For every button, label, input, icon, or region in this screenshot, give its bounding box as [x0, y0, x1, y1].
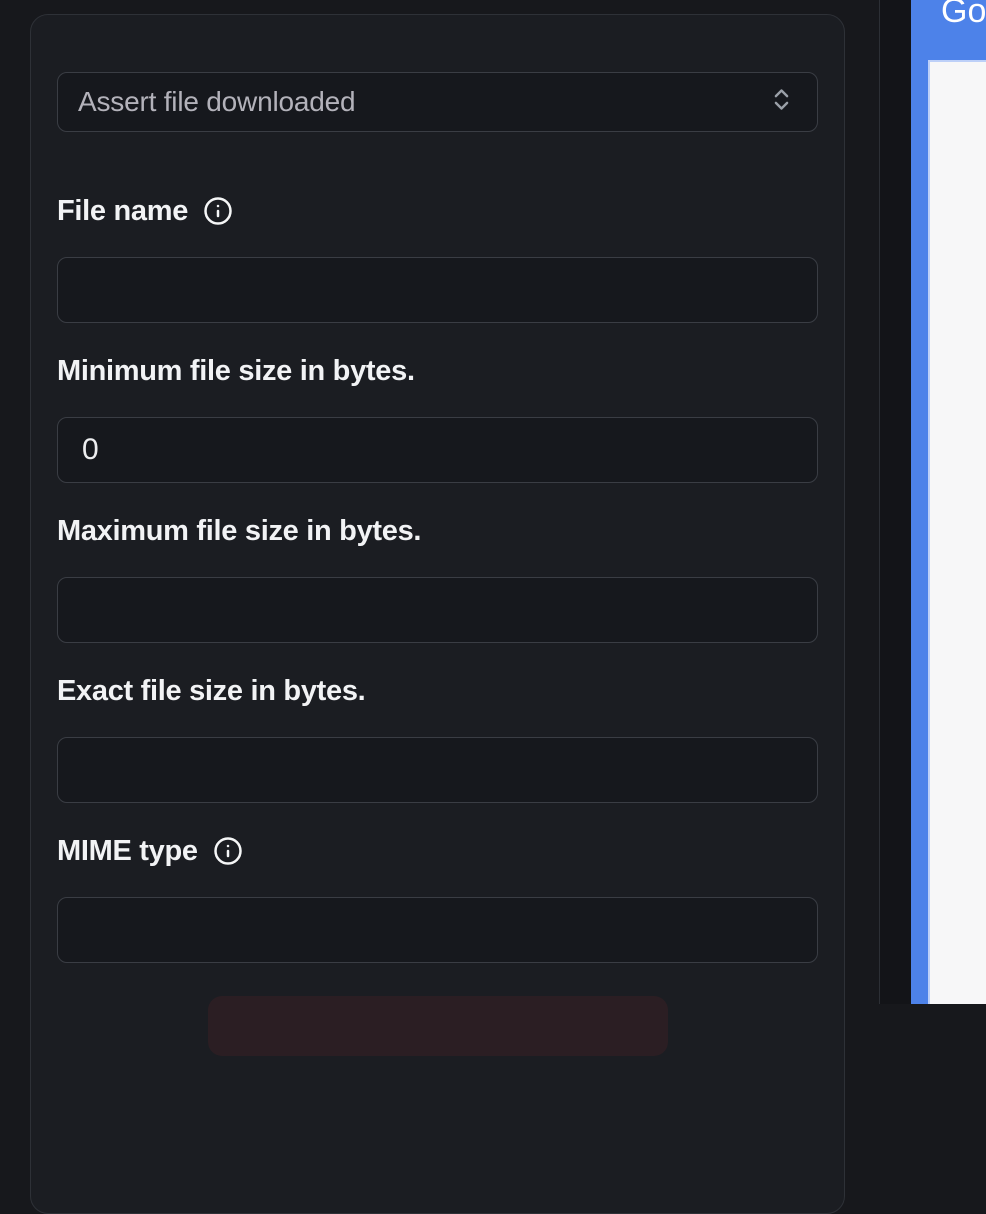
min-file-size-input[interactable] [57, 417, 818, 483]
preview-page-surface[interactable] [928, 60, 986, 1004]
mime-type-input[interactable] [57, 897, 818, 963]
exact-file-size-label: Exact file size in bytes. [57, 674, 818, 707]
mime-type-label-text: MIME type [57, 834, 198, 867]
max-file-size-label-text: Maximum file size in bytes. [57, 514, 422, 547]
mime-type-label: MIME type [57, 834, 818, 867]
preview-page-heading: Go [941, 0, 986, 30]
info-icon[interactable] [203, 196, 233, 226]
min-file-size-label-text: Minimum file size in bytes. [57, 354, 415, 387]
exact-file-size-label-text: Exact file size in bytes. [57, 674, 366, 707]
exact-file-size-input[interactable] [57, 737, 818, 803]
max-file-size-input[interactable] [57, 577, 818, 643]
action-type-selected-value: Assert file downloaded [78, 86, 356, 117]
right-gutter [880, 0, 911, 1004]
min-file-size-label: Minimum file size in bytes. [57, 354, 818, 387]
browser-preview-pane: Go [911, 0, 986, 1004]
action-type-select[interactable]: Assert file downloaded [57, 72, 818, 132]
step-editor-card: Assert file downloaded File name Minimum… [30, 14, 845, 1214]
file-name-label-text: File name [57, 194, 189, 227]
file-name-input[interactable] [57, 257, 818, 323]
max-file-size-label: Maximum file size in bytes. [57, 514, 818, 547]
chevrons-up-down-icon [768, 86, 795, 118]
file-name-label: File name [57, 194, 818, 227]
delete-step-button[interactable] [207, 996, 668, 1056]
info-icon[interactable] [213, 836, 243, 866]
